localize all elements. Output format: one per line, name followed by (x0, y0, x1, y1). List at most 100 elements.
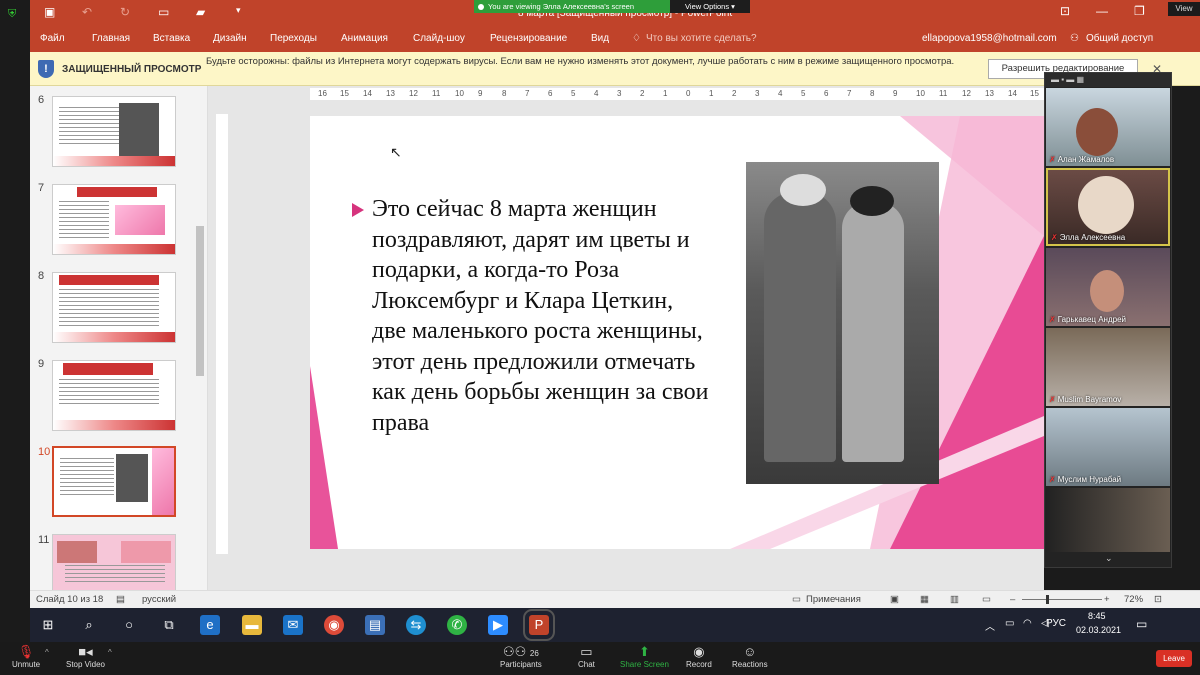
protected-view-message: Будьте осторожны: файлы из Интернета мог… (206, 56, 955, 67)
undo-icon[interactable]: ↶ (82, 5, 92, 19)
restore-icon[interactable]: ❐ (1134, 4, 1145, 18)
horizontal-ruler: 16 15 14 13 12 11 10 9 8 7 6 5 4 3 2 1 0 1 2 3 4 5 6 7 8 9 10 11 12 1… (310, 88, 1044, 100)
slide-thumbnail-10[interactable] (52, 446, 176, 517)
reading-view-icon[interactable]: ▥ (950, 594, 959, 605)
search-icon[interactable]: ⌕ (79, 615, 99, 635)
thumb-number: 7 (38, 182, 45, 194)
tab-animations[interactable]: Анимация (341, 33, 388, 44)
tab-file[interactable]: Файл (40, 33, 65, 44)
start-from-beginning-icon[interactable]: ▭ (158, 5, 169, 19)
clock-time[interactable]: 8:45 (1088, 611, 1106, 621)
slide-canvas[interactable]: Это сейчас 8 марта женщин поздравляют, д… (310, 116, 1044, 549)
participants-button[interactable]: ⚇⚇ 26 Participants (500, 644, 542, 669)
wifi-icon[interactable]: ◠ (1023, 618, 1032, 629)
ppt-title-bar: ▣ ↶ ↻ ▭ ▰ ▾ 8 марта [Защищенный просмотр… (30, 0, 1200, 26)
normal-view-icon[interactable]: ▣ (890, 594, 899, 605)
notes-icon: ▭ (792, 594, 801, 605)
zoom-out-icon[interactable]: – (1010, 594, 1015, 605)
slideshow-icon[interactable]: ▭ (982, 594, 991, 605)
ribbon-display-icon[interactable]: ⊡ (1060, 4, 1070, 18)
slide-thumbnail-8[interactable] (52, 272, 176, 343)
zoom-participants-panel: ▬ ▪ ▬ ▦ ✗ Алан Жамалов ✗ Элла Алексеевна ✗… (1044, 72, 1172, 568)
slide-thumbnail-6[interactable] (52, 96, 176, 167)
participant-tile-active-speaker[interactable]: ✗ Элла Алексеевна (1046, 168, 1170, 246)
record-button[interactable]: ◉ Record (686, 644, 712, 669)
slide-counter: Слайд 10 из 18 (36, 594, 104, 605)
save-icon[interactable]: ▣ (44, 5, 55, 19)
participant-tile[interactable]: ✗ Гарькавец Андрей (1046, 248, 1170, 326)
mail-icon[interactable]: ✉ (283, 615, 303, 635)
participant-tile[interactable] (1046, 488, 1170, 552)
zoom-left-strip: ⛨ (0, 0, 30, 606)
battery-icon[interactable]: ▭ (1005, 618, 1014, 629)
tab-slideshow[interactable]: Слайд-шоу (413, 33, 465, 44)
zoom-slider-thumb[interactable] (1046, 595, 1049, 604)
clock-date[interactable]: 02.03.2021 (1076, 625, 1121, 635)
input-language[interactable]: РУС (1046, 618, 1066, 629)
ribbon-tabs: Файл Главная Вставка Дизайн Переходы Ани… (30, 26, 1200, 52)
leave-button[interactable]: Leave (1156, 650, 1192, 667)
tab-design[interactable]: Дизайн (213, 33, 247, 44)
chat-button[interactable]: ▭ Chat (578, 644, 595, 669)
thumbnails-scrollbar[interactable] (193, 86, 207, 590)
windows-start-icon[interactable]: ⊞ (38, 615, 58, 635)
customize-toolbar-icon[interactable]: ▾ (236, 5, 241, 16)
shield-icon: ⛨ (8, 8, 17, 20)
zoom-slider[interactable] (1022, 599, 1102, 600)
chevron-up-icon[interactable]: ^ (108, 648, 112, 657)
participant-tile[interactable]: ✗ Муслим Нурабай (1046, 408, 1170, 486)
slide-sorter-icon[interactable]: ▦ (920, 594, 929, 605)
slide-thumbnail-7[interactable] (52, 184, 176, 255)
task-view-icon[interactable]: ⧉ (159, 615, 179, 635)
fit-to-window-icon[interactable]: ⊡ (1154, 594, 1162, 605)
edge-icon[interactable]: e (200, 615, 220, 635)
notes-button[interactable]: Примечания (806, 594, 861, 605)
mouse-cursor-icon: ↖ (390, 144, 402, 160)
account-email[interactable]: ellapopova1958@hotmail.com (922, 33, 1057, 44)
panel-header: ▬ ▪ ▬ ▦ (1045, 73, 1171, 87)
zoom-app-icon[interactable]: ▶ (488, 615, 508, 635)
zoom-level[interactable]: 72% (1124, 594, 1143, 605)
zoom-in-icon[interactable]: + (1104, 594, 1110, 605)
powerpoint-icon[interactable]: P (523, 609, 555, 641)
language-indicator[interactable]: русский (142, 594, 176, 605)
record-icon: ◉ (693, 644, 705, 659)
tab-transitions[interactable]: Переходы (270, 33, 317, 44)
participant-tile[interactable]: ✗ Muslim Bayramov (1046, 328, 1170, 406)
share-screen-button[interactable]: ⬆ Share Screen (620, 644, 669, 669)
unmute-button[interactable]: 🎙 Unmute (12, 644, 40, 669)
zoom-view-button[interactable]: View (1168, 2, 1200, 16)
slide-thumbnails-pane: 6 7 8 9 10 11 (30, 86, 208, 605)
slide-body-text[interactable]: Это сейчас 8 марта женщин поздравляют, д… (372, 194, 712, 438)
file-explorer-icon[interactable]: ▬ (242, 615, 262, 635)
minimize-panel-icon[interactable]: ▬ ▪ ▬ ▦ (1051, 75, 1084, 84)
tab-view[interactable]: Вид (591, 33, 609, 44)
notifications-icon[interactable]: ▭ (1136, 617, 1147, 631)
tell-me-search[interactable]: Что вы хотите сделать? (646, 33, 757, 44)
teamviewer-icon[interactable]: ⇆ (406, 615, 426, 635)
share-button[interactable]: Общий доступ (1086, 33, 1153, 44)
open-folder-icon[interactable]: ▰ (196, 5, 205, 19)
chrome-icon[interactable]: ◉ (324, 615, 344, 635)
historical-photo[interactable] (746, 162, 939, 484)
cortana-icon[interactable]: ○ (119, 615, 139, 635)
redo-icon[interactable]: ↻ (120, 5, 130, 19)
shield-icon: ! (38, 60, 54, 78)
whatsapp-icon[interactable]: ✆ (447, 615, 467, 635)
view-options-button[interactable]: View Options ▾ (670, 0, 750, 13)
slide-thumbnail-9[interactable] (52, 360, 176, 431)
spellcheck-icon[interactable]: ▤ (116, 594, 125, 605)
participant-tile[interactable]: ✗ Алан Жамалов (1046, 88, 1170, 166)
store-icon[interactable]: ▤ (365, 615, 385, 635)
tab-home[interactable]: Главная (92, 33, 130, 44)
lightbulb-icon: ♢ (632, 33, 641, 44)
tab-insert[interactable]: Вставка (153, 33, 190, 44)
stop-video-button[interactable]: ■◂ Stop Video (66, 644, 105, 669)
minimize-icon[interactable]: — (1096, 4, 1108, 18)
chevron-up-icon[interactable]: ^ (45, 648, 49, 657)
chevron-down-icon[interactable]: ⌄ (1105, 553, 1113, 564)
vertical-ruler (216, 114, 228, 554)
tab-review[interactable]: Рецензирование (490, 33, 567, 44)
reactions-button[interactable]: ☺ Reactions (732, 644, 768, 669)
tray-chevron-icon[interactable]: ︿ (985, 618, 995, 633)
